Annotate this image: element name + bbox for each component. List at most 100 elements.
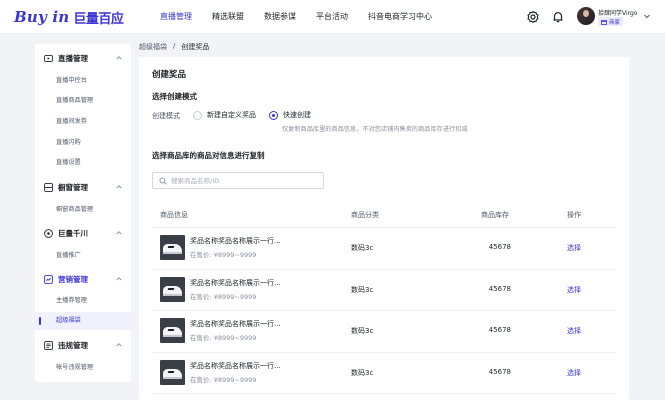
breadcrumb-current: 创建奖品: [181, 43, 210, 51]
search-box[interactable]: [152, 172, 324, 189]
sidebar-group-qianchuan[interactable]: 巨量千川: [35, 223, 131, 243]
logo-text-en: Buy in: [14, 8, 70, 26]
product-price: 在售价: ¥8999~9999: [190, 251, 257, 259]
sidebar-group-violation[interactable]: 违规管理: [35, 335, 131, 355]
mode-section-title: 选择创建模式: [152, 92, 197, 101]
bell-icon[interactable]: [551, 10, 565, 24]
search-icon: [159, 176, 167, 185]
chevron-down-icon[interactable]: [643, 12, 651, 20]
product-stock: 45678: [488, 367, 511, 376]
violation-icon: [44, 340, 53, 350]
copy-section-title: 选择商品库的商品对信息进行复制: [152, 151, 265, 160]
product-stock: 45678: [488, 243, 511, 251]
sidebar-group-title: 巨量千川: [58, 228, 88, 238]
settings-icon[interactable]: [526, 10, 540, 24]
nav-item-data[interactable]: 数据参谋: [254, 0, 306, 34]
column-header-info: 商品信息: [160, 211, 188, 219]
live-icon: [44, 54, 53, 62]
table-header: 商品信息 商品分类 商品库存 操作: [152, 202, 616, 228]
quick-create-hint: 仅复制商品库里的商品信息，不对您店铺内售卖的商品库存进行扣减: [282, 126, 468, 133]
product-category: 数码3c: [351, 327, 374, 335]
product-name: 奖品名称奖品名称展示一行...: [190, 237, 281, 245]
table-row: 奖品名称奖品名称展示一行... 在售价: ¥8999~9999 数码3c 456…: [152, 270, 616, 311]
chevron-up-icon: [116, 231, 122, 235]
product-thumbnail: [160, 235, 185, 260]
role-badge: 商家: [598, 17, 624, 26]
nav-item-learning[interactable]: 抖音电商学习中心: [358, 0, 442, 34]
radio-label: 快速创建: [283, 111, 311, 119]
sidebar-group-title: 营销管理: [58, 274, 88, 284]
sidebar-item-window-products[interactable]: 橱窗商品管理: [35, 201, 131, 219]
window-icon: [44, 182, 53, 192]
radio-custom-prize[interactable]: 新建自定义奖品: [193, 110, 256, 120]
radio-quick-create[interactable]: 快速创建: [269, 110, 311, 120]
breadcrumb: 超级福袋 / 创建奖品: [139, 42, 209, 52]
sidebar-group-live[interactable]: 直播管理: [35, 48, 131, 68]
product-name: 奖品名称奖品名称展示一行...: [190, 361, 281, 370]
product-price: 在售价: ¥8999~9999: [190, 292, 257, 301]
sidebar-item-live-coupons[interactable]: 直播间发券: [35, 113, 131, 131]
product-stock: 45678: [488, 284, 511, 293]
breadcrumb-parent[interactable]: 超级福袋: [139, 42, 167, 52]
select-link[interactable]: 选择: [567, 326, 581, 336]
nav-item-live[interactable]: 直播管理: [150, 0, 202, 34]
product-category: 数码3c: [351, 285, 374, 294]
radio-label: 新建自定义奖品: [207, 111, 256, 119]
sidebar-group-marketing[interactable]: 营销管理: [35, 269, 131, 289]
avatar[interactable]: [577, 7, 595, 25]
role-label: 商家: [609, 19, 621, 26]
table-row: 奖品名称奖品名称展示一行... 在售价: ¥8999~9999 数码3c 456…: [152, 353, 616, 394]
product-thumbnail: [160, 359, 185, 385]
sidebar-item-live-console[interactable]: 直播中控台: [35, 72, 131, 90]
sidebar-group-title: 违规管理: [58, 340, 88, 350]
select-link[interactable]: 选择: [567, 368, 581, 378]
sidebar-item-live-products[interactable]: 直播商品管理: [35, 92, 131, 110]
product-stock: 45678: [488, 326, 511, 334]
product-table: 商品信息 商品分类 商品库存 操作 奖品名称奖品名称展示一行... 在售价: ¥…: [152, 202, 616, 394]
product-category: 数码3c: [351, 368, 374, 377]
nav-item-activity[interactable]: 平台活动: [306, 0, 358, 34]
product-name: 奖品名称奖品名称展示一行...: [190, 320, 281, 328]
top-bar: Buy in 巨量百应 直播管理 精选联盟 数据参谋 平台活动 抖音电商学习中心…: [0, 0, 665, 34]
sidebar-item-flash-sale[interactable]: 直播闪购: [35, 134, 131, 152]
sidebar-item-super-lucky-bag[interactable]: 超级福袋: [35, 312, 131, 330]
chevron-up-icon: [116, 185, 122, 189]
user-name: 拾肆同学Virgo: [598, 10, 638, 17]
product-name: 奖品名称奖品名称展示一行...: [190, 278, 281, 287]
product-thumbnail: [160, 276, 185, 302]
nav-item-alliance[interactable]: 精选联盟: [202, 0, 254, 34]
radio-dot[interactable]: [269, 110, 278, 120]
store-icon: [601, 19, 607, 25]
marketing-icon: [44, 274, 53, 284]
radio-dot[interactable]: [193, 110, 202, 120]
product-price: 在售价: ¥8999~9999: [190, 375, 257, 384]
sidebar: 直播管理 直播中控台 直播商品管理 直播间发券 直播闪购 直播设置 橱窗管理 橱…: [35, 44, 131, 382]
column-header-action: 操作: [567, 211, 581, 219]
chevron-up-icon: [116, 56, 122, 60]
sidebar-item-account-violation[interactable]: 帐号违规管理: [35, 359, 131, 377]
sidebar-group-title: 橱窗管理: [58, 182, 88, 192]
sidebar-group-window[interactable]: 橱窗管理: [35, 177, 131, 197]
product-price: 在售价: ¥8999~9999: [190, 334, 257, 342]
sidebar-item-live-settings[interactable]: 直播设置: [35, 154, 131, 172]
table-row: 奖品名称奖品名称展示一行... 在售价: ¥8999~9999 数码3c 456…: [152, 228, 616, 270]
create-prize-card: 创建奖品 选择创建模式 创建模式 新建自定义奖品 快速创建 仅复制商品库里的商品…: [139, 57, 629, 400]
search-input[interactable]: [171, 176, 321, 185]
product-thumbnail: [160, 318, 185, 343]
top-nav: 直播管理 精选联盟 数据参谋 平台活动 抖音电商学习中心: [150, 0, 442, 34]
chevron-up-icon: [116, 343, 122, 347]
logo[interactable]: Buy in 巨量百应: [14, 7, 124, 27]
product-category: 数码3c: [351, 244, 374, 252]
table-row: 奖品名称奖品名称展示一行... 在售价: ¥8999~9999 数码3c 456…: [152, 311, 616, 353]
chevron-up-icon: [116, 277, 122, 281]
mode-label: 创建模式: [152, 112, 180, 120]
select-link[interactable]: 选择: [567, 243, 581, 253]
sidebar-group-title: 直播管理: [58, 53, 88, 63]
qianchuan-icon: [44, 228, 53, 238]
logo-text-cn: 巨量百应: [73, 11, 124, 27]
sidebar-item-anchor-coupons[interactable]: 主播券管理: [35, 292, 131, 310]
select-link[interactable]: 选择: [567, 285, 581, 295]
page-title: 创建奖品: [152, 70, 187, 80]
column-header-stock: 商品库存: [481, 211, 509, 219]
sidebar-item-live-promotion[interactable]: 直播推广: [35, 247, 131, 265]
